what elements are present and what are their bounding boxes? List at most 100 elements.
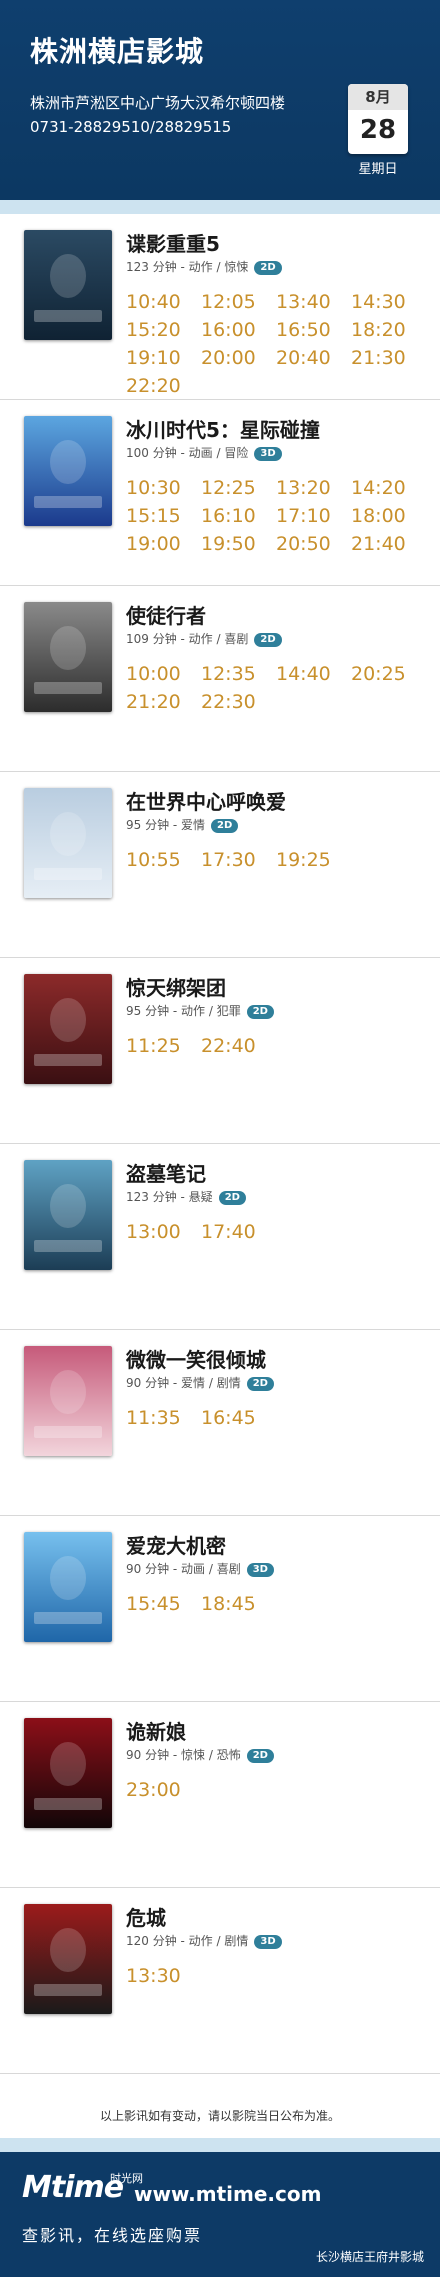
movie-meta-text: 120 分钟 - 动作 / 剧情 — [126, 1934, 249, 1948]
showtime[interactable]: 22:30 — [201, 688, 276, 716]
showtime[interactable]: 19:50 — [201, 530, 276, 558]
movie-row[interactable]: 危城 120 分钟 - 动作 / 剧情 3D 13:30 — [0, 1888, 440, 2074]
showtime[interactable]: 20:50 — [276, 530, 351, 558]
showtime[interactable]: 17:30 — [201, 846, 276, 874]
movie-meta: 90 分钟 - 惊悚 / 恐怖 2D — [126, 1746, 274, 1763]
movie-row[interactable]: 惊天绑架团 95 分钟 - 动作 / 犯罪 2D 11:25 22:40 — [0, 958, 440, 1144]
showtime[interactable]: 12:25 — [201, 474, 276, 502]
movie-meta-text: 100 分钟 - 动画 / 冒险 — [126, 446, 249, 460]
showtime[interactable]: 13:30 — [126, 1962, 201, 1990]
showtime[interactable]: 21:30 — [351, 344, 426, 372]
showtime[interactable]: 11:25 — [126, 1032, 201, 1060]
movie-meta-text: 95 分钟 - 爱情 — [126, 818, 206, 832]
movie-meta: 95 分钟 - 动作 / 犯罪 2D — [126, 1002, 274, 1019]
showtime[interactable]: 22:40 — [201, 1032, 276, 1060]
movie-row[interactable]: 在世界中心呼唤爱 95 分钟 - 爱情 2D 10:55 17:30 19:25 — [0, 772, 440, 958]
movie-poster[interactable] — [24, 1904, 112, 2014]
movie-meta: 123 分钟 - 动作 / 惊悚 2D — [126, 258, 282, 275]
showtime-grid: 10:40 12:05 13:40 14:30 15:20 16:00 16:50 18:20… — [126, 288, 426, 400]
showtime[interactable]: 13:20 — [276, 474, 351, 502]
movie-row[interactable]: 微微一笑很倾城 90 分钟 - 爱情 / 剧情 2D 11:35 16:45 — [0, 1330, 440, 1516]
showtime-grid: 10:00 12:35 14:40 20:25 21:20 22:30 — [126, 660, 426, 716]
showtime[interactable]: 19:00 — [126, 530, 201, 558]
showtime[interactable]: 22:20 — [126, 372, 201, 400]
showtime[interactable]: 23:00 — [126, 1776, 201, 1804]
showtime[interactable]: 12:05 — [201, 288, 276, 316]
mtime-logo[interactable]: Mtime — [22, 2170, 124, 2205]
format-badge: 3D — [254, 447, 282, 461]
showtime[interactable]: 10:55 — [126, 846, 201, 874]
movie-row[interactable]: 爱宠大机密 90 分钟 - 动画 / 喜剧 3D 15:45 18:45 — [0, 1516, 440, 1702]
movie-poster[interactable] — [24, 1718, 112, 1828]
showtime[interactable]: 16:50 — [276, 316, 351, 344]
showtime[interactable]: 19:25 — [276, 846, 351, 874]
format-badge: 3D — [254, 1935, 282, 1949]
showtime[interactable]: 18:00 — [351, 502, 426, 530]
showtime[interactable]: 17:10 — [276, 502, 351, 530]
format-badge: 2D — [246, 1749, 274, 1763]
showtime[interactable]: 20:40 — [276, 344, 351, 372]
showtime[interactable]: 20:00 — [201, 344, 276, 372]
showtime[interactable]: 14:30 — [351, 288, 426, 316]
movie-meta-text: 123 分钟 - 悬疑 — [126, 1190, 213, 1204]
movie-row[interactable]: 谍影重重5 123 分钟 - 动作 / 惊悚 2D 10:40 12:05 13:40 14… — [0, 214, 440, 400]
movie-meta-text: 90 分钟 - 爱情 / 剧情 — [126, 1376, 241, 1390]
showtime[interactable]: 12:35 — [201, 660, 276, 688]
disclaimer-text: 以上影讯如有变动，请以影院当日公布为准。 — [99, 2109, 340, 2123]
showtime[interactable]: 16:00 — [201, 316, 276, 344]
movie-poster[interactable] — [24, 1532, 112, 1642]
showtime[interactable]: 21:20 — [126, 688, 201, 716]
movie-poster[interactable] — [24, 416, 112, 526]
movie-title[interactable]: 谍影重重5 — [126, 228, 220, 257]
movie-row[interactable]: 使徒行者 109 分钟 - 动作 / 喜剧 2D 10:00 12:35 14:40 20:… — [0, 586, 440, 772]
showtime[interactable]: 11:35 — [126, 1404, 201, 1432]
movie-title[interactable]: 微微一笑很倾城 — [126, 1344, 266, 1373]
movie-poster[interactable] — [24, 974, 112, 1084]
movie-title[interactable]: 盗墓笔记 — [126, 1158, 206, 1187]
movie-row[interactable]: 诡新娘 90 分钟 - 惊悚 / 恐怖 2D 23:00 — [0, 1702, 440, 1888]
showtime[interactable]: 19:10 — [126, 344, 201, 372]
showtime[interactable]: 17:40 — [201, 1218, 276, 1246]
showtime[interactable]: 14:40 — [276, 660, 351, 688]
movie-meta: 90 分钟 - 爱情 / 剧情 2D — [126, 1374, 274, 1391]
movie-row[interactable]: 盗墓笔记 123 分钟 - 悬疑 2D 13:00 17:40 — [0, 1144, 440, 1330]
showtime[interactable]: 13:00 — [126, 1218, 201, 1246]
movie-title[interactable]: 在世界中心呼唤爱 — [126, 786, 286, 815]
showtime[interactable]: 15:45 — [126, 1590, 201, 1618]
movie-poster[interactable] — [24, 788, 112, 898]
movie-title[interactable]: 诡新娘 — [126, 1716, 186, 1745]
showtime[interactable]: 14:20 — [351, 474, 426, 502]
movie-title[interactable]: 使徒行者 — [126, 600, 206, 629]
showtime[interactable]: 16:10 — [201, 502, 276, 530]
movie-poster[interactable] — [24, 1346, 112, 1456]
movie-title[interactable]: 惊天绑架团 — [126, 972, 226, 1001]
movie-title[interactable]: 爱宠大机密 — [126, 1530, 226, 1559]
cinema-address: 株洲市芦淞区中心广场大汉希尔顿四楼 — [30, 94, 286, 112]
movie-meta: 95 分钟 - 爱情 2D — [126, 816, 239, 833]
showtime[interactable]: 13:40 — [276, 288, 351, 316]
cinema-phone[interactable]: 0731-28829510/28829515 — [30, 118, 231, 136]
movie-poster[interactable] — [24, 1160, 112, 1270]
showtime[interactable]: 18:45 — [201, 1590, 276, 1618]
date-month: 8月 — [348, 84, 408, 110]
movie-row[interactable]: 冰川时代5：星际碰撞 100 分钟 - 动画 / 冒险 3D 10:30 12:25 13… — [0, 400, 440, 586]
showtime[interactable]: 10:00 — [126, 660, 201, 688]
movie-poster[interactable] — [24, 230, 112, 340]
footer-slogan: 查影讯，在线选座购票 — [22, 2226, 203, 2245]
movie-poster[interactable] — [24, 602, 112, 712]
showtime[interactable]: 18:20 — [351, 316, 426, 344]
showtime[interactable]: 15:15 — [126, 502, 201, 530]
format-badge: 2D — [246, 1377, 274, 1391]
showtime[interactable]: 16:45 — [201, 1404, 276, 1432]
showtime[interactable]: 10:30 — [126, 474, 201, 502]
site-url-link[interactable]: www.mtime.com — [134, 2182, 321, 2206]
movie-meta: 100 分钟 - 动画 / 冒险 3D — [126, 444, 282, 461]
showtime[interactable]: 15:20 — [126, 316, 201, 344]
movie-title[interactable]: 冰川时代5：星际碰撞 — [126, 414, 320, 443]
movie-title[interactable]: 危城 — [126, 1902, 166, 1931]
showtime[interactable]: 10:40 — [126, 288, 201, 316]
showtime[interactable]: 21:40 — [351, 530, 426, 558]
watermark-text: 长沙横店王府井影城 — [315, 2250, 424, 2264]
showtime[interactable]: 20:25 — [351, 660, 426, 688]
movie-meta: 90 分钟 - 动画 / 喜剧 3D — [126, 1560, 274, 1577]
